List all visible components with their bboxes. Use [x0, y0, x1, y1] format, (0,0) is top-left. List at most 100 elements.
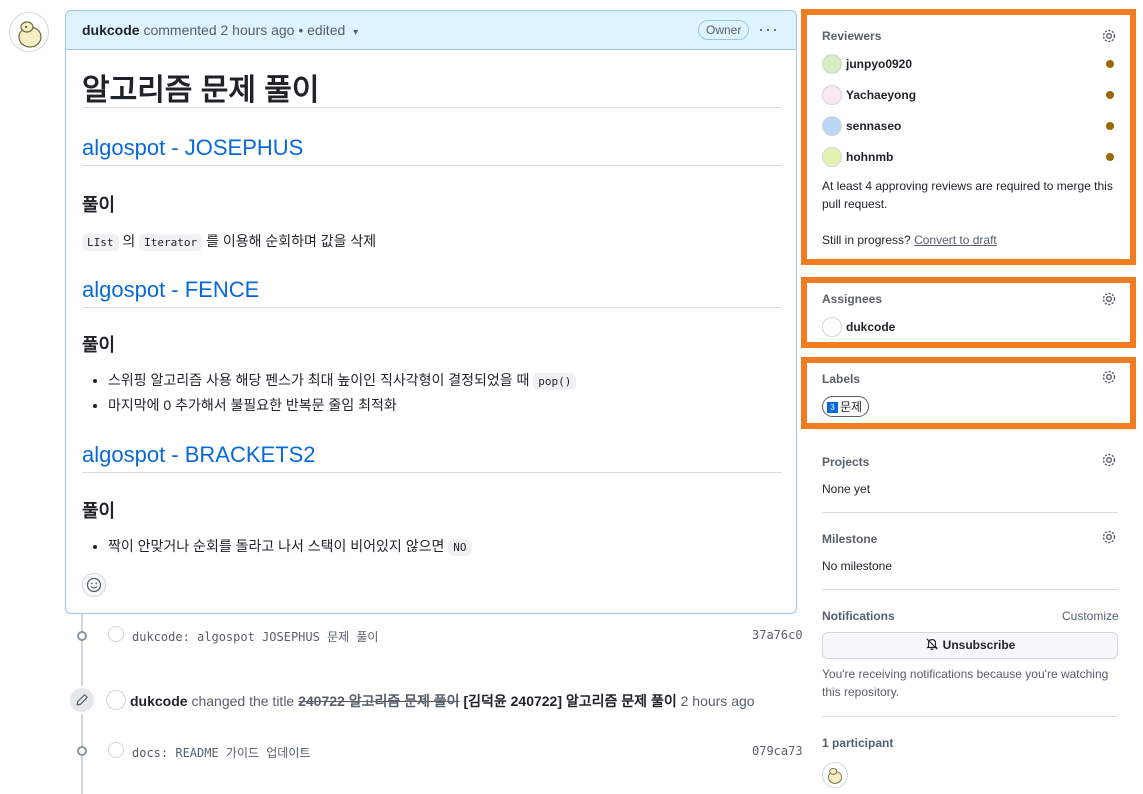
assignee-avatar[interactable]	[822, 317, 842, 337]
comment-title: 알고리즘 문제 풀이	[82, 74, 320, 107]
owner-badge: Owner	[698, 20, 750, 40]
commit-sha[interactable]: 37a76c0	[752, 628, 803, 642]
participant-avatar[interactable]	[822, 762, 848, 788]
notifications-title: Notifications	[822, 609, 895, 623]
inline-code: Iterator	[139, 234, 203, 251]
text-fragment: 의	[122, 233, 136, 249]
bullet-list: 스위핑 알고리즘 사용 해당 펜스가 최대 높이인 직사각형이 결정되었을 때 …	[82, 368, 577, 418]
assignee-name[interactable]: dukcode	[846, 320, 895, 334]
reviewer-name[interactable]: junpyo0920	[846, 57, 912, 71]
label-pill[interactable]: 3 문제	[822, 396, 870, 417]
label-number-icon: 3	[827, 402, 838, 414]
commit-icon	[77, 746, 87, 756]
event-action: changed the title	[191, 693, 295, 709]
pending-review-dot	[1106, 60, 1114, 68]
commit-avatar[interactable]	[108, 742, 124, 758]
unsubscribe-label: Unsubscribe	[942, 638, 1016, 652]
bell-slash-icon	[925, 638, 938, 651]
label-text: 문제	[840, 400, 863, 414]
assignees-title[interactable]: Assignees	[822, 292, 882, 306]
progress-text: Still in progress?	[822, 233, 911, 247]
chevron-down-icon[interactable]: ▾	[353, 27, 358, 38]
labels-section	[801, 357, 1136, 429]
divider	[822, 716, 1118, 717]
section-subheading: 풀이	[82, 195, 116, 215]
divider	[822, 589, 1118, 590]
section-heading-fence[interactable]: algospot - FENCE	[82, 277, 259, 303]
commit-message[interactable]: dukcode: algospot JOSEPHUS 문제 풀이	[132, 628, 378, 645]
add-reaction-button[interactable]	[82, 573, 106, 597]
inline-code: LIst	[82, 234, 119, 251]
reviewers-title[interactable]: Reviewers	[822, 29, 881, 43]
unsubscribe-button[interactable]: Unsubscribe	[822, 632, 1118, 659]
gear-icon[interactable]	[1101, 369, 1117, 385]
gear-icon[interactable]	[1101, 28, 1117, 44]
section-heading-josephus[interactable]: algospot - JOSEPHUS	[82, 135, 303, 161]
author-avatar[interactable]	[9, 12, 49, 52]
comment-header: dukcode commented 2 hours ago • edited ▾…	[66, 11, 796, 50]
list-item-text: 마지막에 0 추가해서 불필요한 반복문 줄임 최적화	[108, 397, 397, 413]
divider	[82, 472, 782, 473]
comment-meta[interactable]: commented 2 hours ago • edited	[143, 22, 345, 38]
text-fragment: 를 이용해 순회하며 값을 삭제	[206, 233, 377, 249]
bullet-list: 짝이 안맞거나 순회를 돌라고 나서 스택이 비어있지 않으면 NO	[82, 534, 472, 559]
list-item-text: 짝이 안맞거나 순회를 돌라고 나서 스택이 비어있지 않으면	[108, 538, 445, 554]
draft-line: Still in progress? Convert to draft	[822, 231, 997, 249]
reviewer-avatar[interactable]	[822, 116, 842, 136]
reviewer-name[interactable]: hohnmb	[846, 150, 893, 164]
comment-author[interactable]: dukcode	[82, 22, 140, 38]
reviewer-avatar[interactable]	[822, 85, 842, 105]
gear-icon[interactable]	[1101, 529, 1117, 545]
reviewer-name[interactable]: sennaseo	[846, 119, 901, 133]
gear-icon[interactable]	[1101, 291, 1117, 307]
milestone-title[interactable]: Milestone	[822, 532, 877, 546]
section-subheading: 풀이	[82, 501, 116, 521]
reviewer-avatar[interactable]	[822, 54, 842, 74]
gear-icon[interactable]	[1101, 452, 1117, 468]
labels-title[interactable]: Labels	[822, 372, 860, 386]
event-actor[interactable]: dukcode	[130, 693, 188, 709]
section-heading-brackets2[interactable]: algospot - BRACKETS2	[82, 442, 316, 468]
list-item: 짝이 안맞거나 순회를 돌라고 나서 스택이 비어있지 않으면 NO	[108, 534, 472, 559]
pending-review-dot	[1106, 122, 1114, 130]
actor-avatar[interactable]	[106, 690, 126, 710]
list-item-text: 스위핑 알고리즘 사용 해당 펜스가 최대 높이인 직사각형이 결정되었을 때	[108, 372, 530, 388]
commit-sha[interactable]: 079ca73	[752, 744, 803, 758]
comment-box: dukcode commented 2 hours ago • edited ▾…	[65, 10, 797, 614]
pencil-icon	[68, 686, 96, 714]
reviewer-name[interactable]: Yachaeyong	[846, 88, 916, 102]
convert-to-draft-link[interactable]: Convert to draft	[914, 233, 997, 247]
kebab-menu-icon[interactable]: ···	[758, 19, 779, 40]
commit-icon	[77, 631, 87, 641]
smiley-icon	[86, 577, 102, 593]
comment-author-line: dukcode commented 2 hours ago • edited ▾	[82, 22, 358, 38]
notifications-note: You're receiving notifications because y…	[822, 667, 1109, 699]
list-item: 스위핑 알고리즘 사용 해당 펜스가 최대 높이인 직사각형이 결정되었을 때 …	[108, 368, 577, 393]
reviewer-avatar[interactable]	[822, 147, 842, 167]
old-title: 240722 알고리즘 문제 풀이	[298, 693, 460, 709]
inline-code: pop()	[533, 373, 577, 390]
pending-review-dot	[1106, 91, 1114, 99]
inline-code: NO	[448, 539, 472, 556]
projects-title[interactable]: Projects	[822, 455, 869, 469]
commit-message[interactable]: docs: README 가이드 업데이트	[132, 744, 310, 761]
new-title: [김덕윤 240722] 알고리즘 문제 풀이	[463, 693, 677, 709]
participants-title: 1 participant	[822, 736, 894, 750]
assignees-section	[801, 277, 1136, 348]
projects-value: None yet	[822, 482, 871, 496]
pending-review-dot	[1106, 153, 1114, 161]
commit-avatar[interactable]	[108, 626, 124, 642]
divider	[82, 307, 782, 308]
divider	[82, 165, 782, 166]
section-text: LIst 의 Iterator 를 이용해 순회하며 값을 삭제	[82, 231, 376, 251]
event-time[interactable]: 2 hours ago	[681, 693, 755, 709]
section-subheading: 풀이	[82, 335, 116, 355]
review-requirement-note: At least 4 approving reviews are require…	[822, 179, 1113, 211]
divider	[82, 107, 782, 108]
reviewers-section	[801, 9, 1136, 265]
rename-event: dukcode changed the title 240722 알고리즘 문제…	[130, 691, 755, 711]
divider	[822, 512, 1118, 513]
customize-link[interactable]: Customize	[1062, 609, 1119, 623]
list-item: 마지막에 0 추가해서 불필요한 반복문 줄임 최적화	[108, 393, 576, 418]
milestone-value: No milestone	[822, 559, 893, 573]
